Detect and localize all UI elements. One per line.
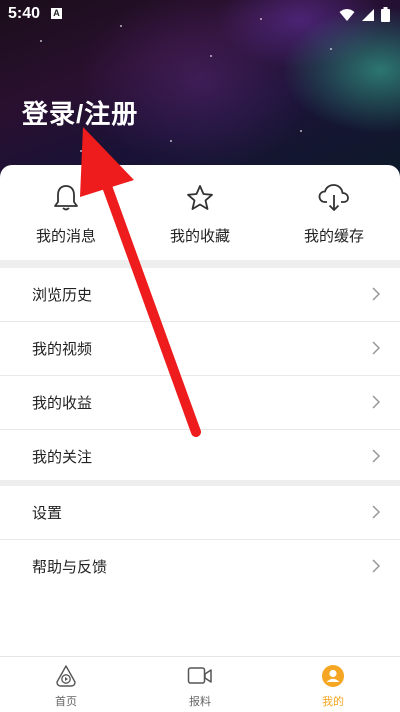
- login-register-link[interactable]: 登录/注册: [22, 94, 138, 131]
- profile-header: 5:40 A 登录/注册: [0, 0, 400, 180]
- menu-item-settings[interactable]: 设置: [0, 486, 400, 540]
- star-icon: [187, 185, 213, 210]
- tab-home-label: 首页: [55, 696, 77, 708]
- menu-item-my-videos[interactable]: 我的视频: [0, 322, 400, 376]
- quick-actions-card: 我的消息 我的收藏 我的缓存: [0, 165, 400, 260]
- section-divider: [0, 260, 400, 268]
- signal-icon: [362, 8, 374, 21]
- menu-item-label: 我的关注: [32, 449, 93, 466]
- tab-mine[interactable]: 我的: [293, 663, 373, 709]
- user-profile-icon: [322, 665, 344, 687]
- my-messages-button[interactable]: 我的消息: [6, 183, 126, 246]
- play-home-icon: [56, 665, 76, 687]
- tab-mine-label: 我的: [322, 696, 344, 708]
- status-time: 5:40: [8, 5, 41, 22]
- menu-item-label: 帮助与反馈: [32, 559, 108, 576]
- menu-group-primary: 浏览历史 我的视频 我的收益 我的关注: [0, 268, 400, 483]
- bottom-tab-bar: 首页 报料 我的: [0, 656, 400, 712]
- cloud-download-icon: [318, 184, 349, 211]
- menu-item-my-following[interactable]: 我的关注: [0, 430, 400, 483]
- wifi-icon: [339, 8, 355, 21]
- battery-icon: [381, 7, 390, 22]
- video-camera-icon: [187, 667, 212, 684]
- chevron-right-icon: [372, 287, 381, 301]
- my-cache-button[interactable]: 我的缓存: [274, 183, 394, 246]
- my-messages-label: 我的消息: [35, 228, 96, 245]
- chevron-right-icon: [372, 449, 381, 463]
- menu-item-label: 我的视频: [32, 341, 93, 358]
- bell-icon: [54, 185, 78, 211]
- tab-home[interactable]: 首页: [26, 663, 106, 709]
- my-favorites-button[interactable]: 我的收藏: [140, 183, 260, 246]
- menu-item-my-earnings[interactable]: 我的收益: [0, 376, 400, 430]
- chevron-right-icon: [372, 505, 381, 519]
- chevron-right-icon: [372, 341, 381, 355]
- tab-report-label: 报料: [189, 696, 211, 708]
- menu-group-secondary: 设置 帮助与反馈: [0, 486, 400, 593]
- menu-item-label: 浏览历史: [32, 287, 93, 304]
- chevron-right-icon: [372, 395, 381, 409]
- notification-badge: A: [51, 8, 62, 19]
- my-cache-label: 我的缓存: [303, 228, 364, 245]
- tab-report[interactable]: 报料: [160, 663, 240, 709]
- menu-item-label: 设置: [32, 505, 63, 522]
- menu-item-browse-history[interactable]: 浏览历史: [0, 268, 400, 322]
- chevron-right-icon: [372, 559, 381, 573]
- status-bar: 5:40 A: [0, 0, 400, 30]
- menu-item-label: 我的收益: [32, 395, 93, 412]
- menu-item-help-feedback[interactable]: 帮助与反馈: [0, 540, 400, 593]
- my-favorites-label: 我的收藏: [169, 228, 230, 245]
